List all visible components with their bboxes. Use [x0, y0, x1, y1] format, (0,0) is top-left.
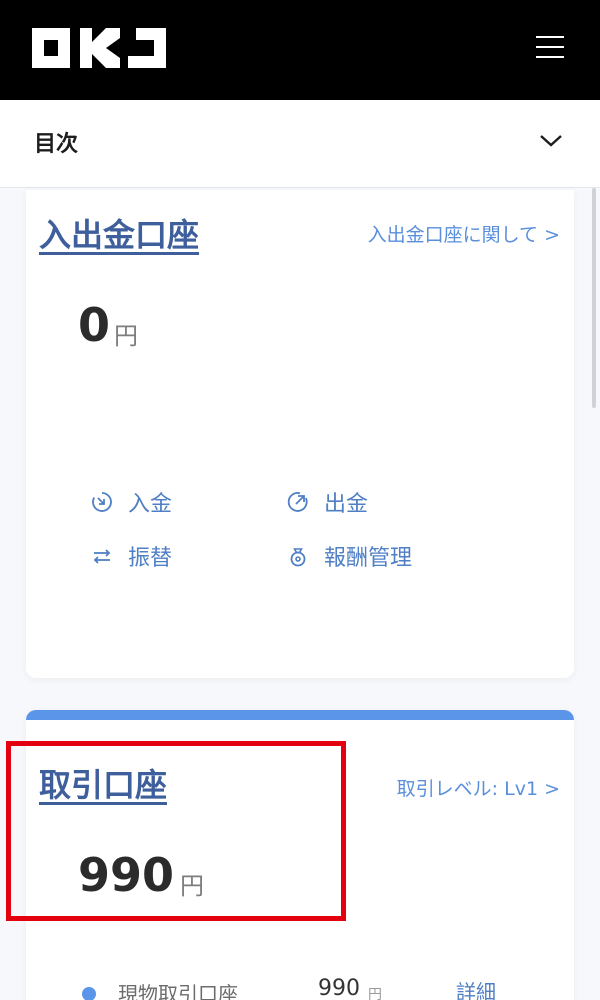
deposit-balance: 0	[78, 298, 111, 352]
transfer-label: 振替	[128, 546, 173, 571]
trading-balance-unit: 円	[180, 872, 204, 900]
trading-balance: 990	[78, 848, 175, 902]
spot-account-bullet	[82, 987, 96, 1000]
reward-icon	[290, 548, 306, 567]
spot-account-detail-link[interactable]: 詳細	[456, 976, 496, 1000]
okj-logo[interactable]	[32, 28, 166, 68]
trading-account-title[interactable]: 取引口座	[39, 760, 167, 806]
withdraw-label: 出金	[324, 492, 369, 517]
spot-account-amount: 990	[318, 976, 360, 1000]
trading-level-link[interactable]: 取引レベル: Lv1 >	[397, 774, 560, 801]
deposit-balance-unit: 円	[114, 322, 138, 350]
chevron-down-icon[interactable]	[538, 130, 564, 150]
deposit-button[interactable]: 入金	[90, 486, 172, 518]
spot-account-label: 現物取引口座	[118, 982, 238, 1000]
deposit-account-card: 入出金口座 入出金口座に関して > 0 円 入金 出金 振替 報酬管理	[26, 190, 574, 678]
transfer-button[interactable]: 振替	[90, 540, 172, 572]
toc-label: 目次	[34, 132, 79, 157]
hamburger-icon[interactable]	[536, 36, 564, 62]
deposit-account-info-link[interactable]: 入出金口座に関して >	[368, 220, 560, 247]
deposit-label: 入金	[128, 492, 173, 517]
spot-account-unit: 円	[368, 987, 382, 1000]
trading-account-card: 取引口座 取引レベル: Lv1 > 990 円	[26, 710, 574, 1000]
app-header	[0, 0, 600, 100]
reward-management-button[interactable]: 報酬管理	[286, 540, 412, 572]
deposit-account-title[interactable]: 入出金口座	[39, 210, 199, 256]
reward-management-label: 報酬管理	[324, 546, 413, 571]
toc-dropdown[interactable]: 目次	[0, 100, 600, 188]
withdraw-button[interactable]: 出金	[286, 486, 368, 518]
transfer-icon	[93, 549, 111, 564]
deposit-icon	[92, 492, 112, 512]
withdraw-icon	[287, 492, 308, 512]
scrollbar[interactable]	[592, 188, 596, 408]
